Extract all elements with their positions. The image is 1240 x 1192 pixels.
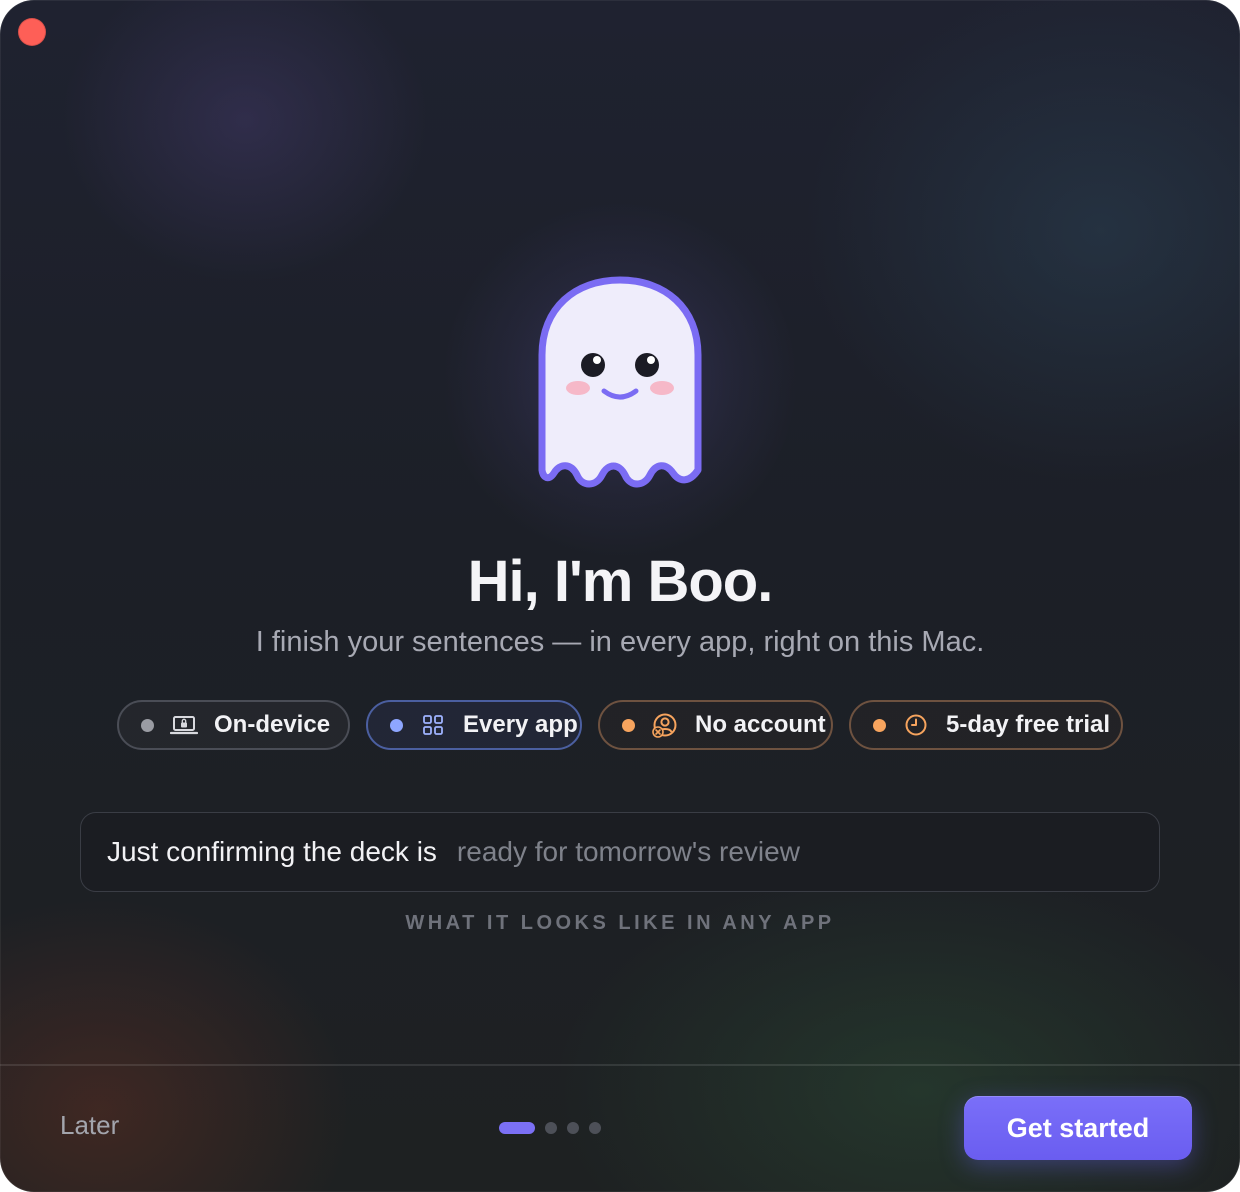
laptop-lock-icon	[170, 711, 198, 739]
status-dot	[873, 718, 886, 732]
feature-pill-no-account: No account	[598, 700, 833, 750]
ghost-icon	[530, 270, 710, 500]
feature-pill-every-app: Every app	[366, 700, 582, 750]
page-dot[interactable]	[589, 1122, 601, 1134]
page-dot[interactable]	[567, 1122, 579, 1134]
suggestion-text: ready for tomorrow's review	[456, 836, 800, 867]
demo-caption: WHAT IT LOOKS LIKE IN ANY APP	[405, 912, 835, 934]
feature-label: Every app	[463, 711, 578, 738]
page-indicator	[499, 1122, 611, 1134]
page-dot-active[interactable]	[499, 1122, 535, 1134]
status-dot	[141, 718, 154, 732]
no-user-icon	[651, 711, 679, 739]
page-subtitle: I finish your sentences — in every app, …	[255, 626, 985, 658]
feature-pill-on-device: On-device	[117, 700, 350, 750]
get-started-button[interactable]: Get started	[964, 1096, 1192, 1160]
page-title: Hi, I'm Boo.	[467, 549, 774, 614]
feature-label: 5-day free trial	[946, 711, 1111, 738]
grid-icon	[419, 711, 447, 739]
clock-icon	[902, 711, 930, 739]
footer-divider	[0, 1064, 1240, 1066]
later-button[interactable]: Later	[60, 1110, 119, 1141]
onboarding-window: Hi, I'm Boo. I finish your sentences — i…	[0, 0, 1240, 1192]
close-button[interactable]	[18, 18, 46, 46]
feature-label: On-device	[214, 711, 331, 738]
status-dot	[622, 718, 635, 732]
status-dot	[390, 718, 403, 732]
typed-text: Just confirming the deck is	[107, 836, 437, 867]
demo-input-preview: Just confirming the deck is ready for to…	[80, 812, 1160, 892]
feature-pill-free-trial: 5-day free trial	[849, 700, 1123, 750]
feature-label: No account	[695, 711, 826, 738]
page-dot[interactable]	[545, 1122, 557, 1134]
